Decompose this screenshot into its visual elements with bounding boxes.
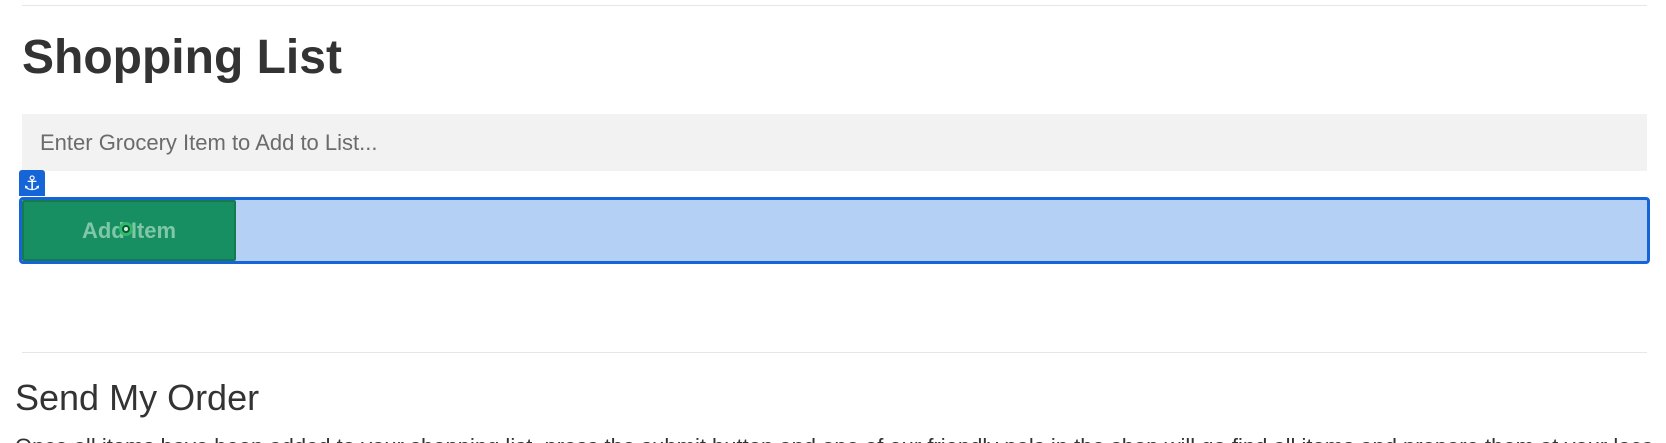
page: Shopping List ⚓ Add Item Send My Order O… — [0, 0, 1666, 443]
element-highlight-overlay — [19, 197, 1650, 264]
section-divider — [22, 352, 1647, 353]
cursor-target-icon — [119, 222, 133, 236]
anchor-icon: ⚓ — [19, 170, 45, 196]
send-order-description: Once all items have been added to your s… — [15, 432, 1655, 443]
grocery-item-input[interactable] — [22, 114, 1647, 171]
page-title: Shopping List — [22, 31, 342, 84]
top-divider — [22, 5, 1647, 6]
send-order-heading: Send My Order — [15, 377, 260, 418]
